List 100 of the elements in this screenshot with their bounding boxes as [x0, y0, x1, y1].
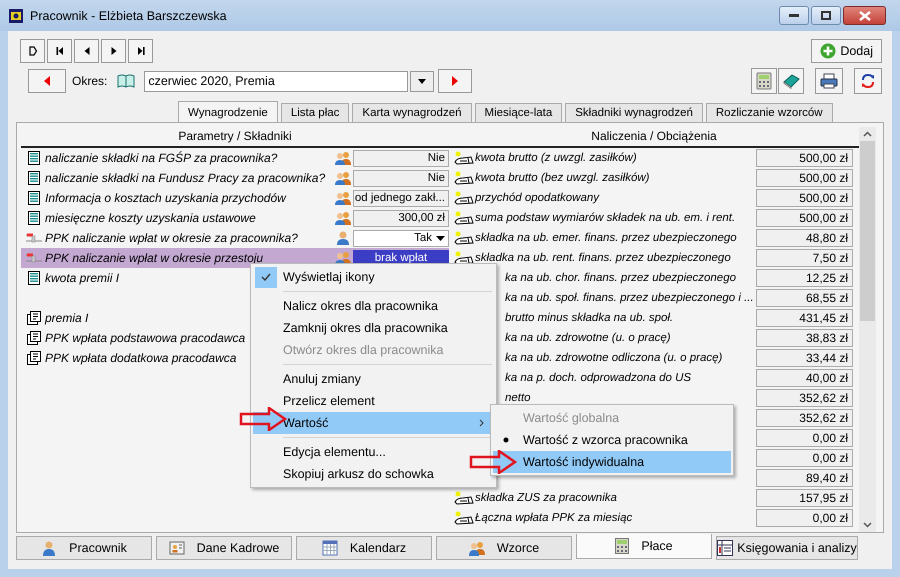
- book-icon: [117, 73, 136, 89]
- component-name: składka na ub. rent. finans. przez ubezpieczonego: [475, 252, 731, 264]
- menu-item[interactable]: Wartość indywidualna: [493, 451, 731, 473]
- component-name: ka na ub. społ. finans. przez ubezpieczonego i ...: [505, 292, 754, 304]
- amount-field: 0,00 zł: [756, 509, 853, 527]
- refresh-button[interactable]: [854, 68, 882, 94]
- hand-icon: [453, 151, 475, 165]
- next-record-button[interactable]: [101, 39, 126, 63]
- previous-record-button[interactable]: [74, 39, 99, 63]
- tab[interactable]: Miesiące-lata: [474, 103, 562, 122]
- plus-icon: [820, 43, 836, 59]
- minimize-button[interactable]: [779, 6, 809, 25]
- value-field[interactable]: od jednego zakł...: [353, 190, 449, 206]
- tab[interactable]: Składniki wynagrodzeń: [565, 103, 703, 122]
- amount-field: 0,00 zł: [756, 429, 853, 447]
- tab[interactable]: Pracownik: [16, 536, 152, 560]
- tab[interactable]: Dane Kadrowe: [156, 536, 292, 560]
- amount-field: 68,55 zł: [756, 289, 853, 307]
- scroll-down-icon[interactable]: [863, 522, 872, 528]
- tab[interactable]: Kalendarz: [296, 536, 432, 560]
- last-record-button[interactable]: [128, 39, 153, 63]
- previous-period-button[interactable]: [28, 69, 66, 93]
- parameter-name: naliczanie składki na Fundusz Pracy za pracownika?: [45, 171, 326, 185]
- hand-icon: [453, 491, 475, 505]
- close-button[interactable]: [843, 6, 886, 25]
- menu-item[interactable]: Przelicz element: [253, 390, 494, 412]
- menu-item[interactable]: Anuluj zmiany: [253, 368, 494, 390]
- person-icon: [41, 540, 58, 556]
- component-name: składka ZUS za pracownika: [475, 492, 617, 504]
- amount-field: 12,25 zł: [756, 269, 853, 287]
- component-name: suma podstaw wymiarów składek na ub. em. i rent.: [475, 212, 736, 224]
- component-name: ka na ub. chor. finans. przez ubezpieczonego: [505, 272, 736, 284]
- tab[interactable]: Lista płac: [280, 103, 350, 122]
- next-period-button[interactable]: [438, 69, 472, 93]
- component-name: kwota brutto (bez uwzgl. zasiłków): [475, 172, 650, 184]
- amount-field: 431,45 zł: [756, 309, 853, 327]
- pointer-arrow-icon: [469, 450, 517, 474]
- value-field[interactable]: Nie: [353, 150, 449, 166]
- parameter-name: naliczanie składki na FGŚP za pracownika?: [45, 151, 278, 165]
- column-header: Parametry / Składniki: [21, 127, 449, 148]
- first-record-button[interactable]: [47, 39, 72, 63]
- component-name: Łączna wpłata PPK za miesiąc: [475, 512, 632, 524]
- menu-item[interactable]: Zamknij okres dla pracownika: [253, 317, 494, 339]
- slider-icon: [23, 253, 45, 263]
- tab[interactable]: Wynagrodzenie: [178, 101, 278, 123]
- parameter-name: miesięczne koszty uzyskania ustawowe: [45, 211, 256, 225]
- amount-field: 500,00 zł: [756, 169, 853, 187]
- book-icon: [782, 73, 800, 89]
- scrollbar[interactable]: [859, 127, 876, 532]
- component-name: składka na ub. emer. finans. przez ubezpieczonego: [475, 232, 737, 244]
- period-label: Okres:: [72, 74, 108, 88]
- add-button[interactable]: Dodaj: [811, 39, 882, 63]
- menu-item[interactable]: Nalicz okres dla pracownika: [253, 295, 494, 317]
- tab[interactable]: Księgowania i analizy: [716, 536, 858, 560]
- tab[interactable]: Wzorce: [436, 536, 572, 560]
- parameter-name: premia I: [45, 311, 88, 325]
- menu-item[interactable]: Skopiuj arkusz do schowka: [253, 463, 494, 485]
- component-name: kwota brutto (z uwzgl. zasiłków): [475, 152, 637, 164]
- menu-item[interactable]: Wyświetlaj ikony: [253, 266, 494, 288]
- parameter-name: PPK wpłata podstawowa pracodawca: [45, 331, 246, 345]
- right-triangle-icon: [452, 76, 458, 86]
- hand-icon: [453, 191, 475, 205]
- slider-icon: [23, 233, 45, 243]
- component-name: ka na ub. zdrowotne odliczona (u. o pracę): [505, 352, 722, 364]
- id-card-icon: [168, 540, 185, 556]
- amount-field: 33,44 zł: [756, 349, 853, 367]
- new-record-button[interactable]: [20, 39, 45, 63]
- menu-item[interactable]: Wartość z wzorca pracownika: [493, 429, 731, 451]
- check-icon: [261, 273, 271, 281]
- tab[interactable]: Rozliczanie wzorców: [706, 103, 833, 122]
- value-field[interactable]: 300,00 zł: [353, 210, 449, 226]
- amount-field: 157,95 zł: [756, 489, 853, 507]
- printer-icon: [820, 73, 838, 89]
- parameter-name: Informacja o kosztach uzyskania przychodów: [45, 191, 286, 205]
- maximize-button[interactable]: [811, 6, 841, 25]
- parameter-name: PPK wpłata dodatkowa pracodawca: [45, 351, 236, 365]
- hand-icon: [453, 171, 475, 185]
- first-record-icon: [54, 46, 64, 56]
- parameter-name: kwota premii I: [45, 271, 120, 285]
- amount-field: 7,50 zł: [756, 249, 853, 267]
- amount-field: 500,00 zł: [756, 189, 853, 207]
- component-name: netto: [505, 392, 531, 404]
- value-dropdown[interactable]: Tak: [353, 230, 449, 246]
- scroll-up-icon[interactable]: [863, 131, 872, 137]
- amount-field: 352,62 zł: [756, 409, 853, 427]
- calculator-button[interactable]: [751, 68, 777, 94]
- amount-field: 500,00 zł: [756, 209, 853, 227]
- tab[interactable]: Karta wynagrodzeń: [352, 103, 472, 122]
- amount-field: 352,62 zł: [756, 389, 853, 407]
- component-name: ka na p. doch. odprowadzona do US: [505, 372, 692, 384]
- menu-item[interactable]: Edycja elementu...: [253, 441, 494, 463]
- scroll-thumb[interactable]: [860, 141, 875, 321]
- print-button[interactable]: [815, 68, 843, 94]
- calculator-icon: [756, 72, 772, 90]
- book-button[interactable]: [778, 68, 804, 94]
- component-name: ka na ub. zdrowotne (u. o pracę): [505, 332, 671, 344]
- ledger-icon: [717, 540, 734, 556]
- value-field[interactable]: Nie: [353, 170, 449, 186]
- tab[interactable]: Płace: [576, 534, 712, 559]
- minimize-icon: [789, 14, 799, 18]
